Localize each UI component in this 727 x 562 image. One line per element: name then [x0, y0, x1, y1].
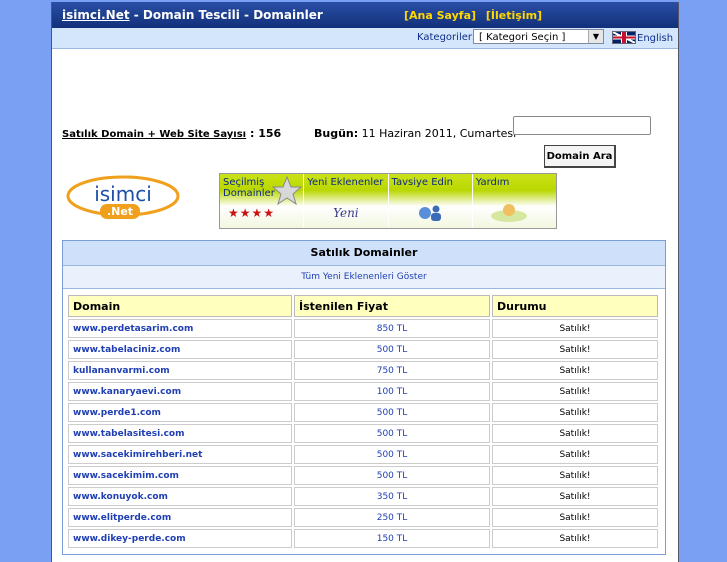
logo-text-top: isimci — [94, 182, 152, 206]
menu-new-label: Yeni Eklenenler — [307, 177, 384, 188]
domain-link[interactable]: www.kanaryaevi.com — [68, 382, 292, 401]
price-cell: 500 TL — [294, 466, 490, 485]
domain-link[interactable]: www.tabelasitesi.com — [68, 424, 292, 443]
price-cell: 500 TL — [294, 340, 490, 359]
today-date: Bugün: 11 Haziran 2011, Cumartesi — [314, 127, 516, 140]
price-cell: 500 TL — [294, 424, 490, 443]
top-bar: isimci.Net - Domain Tescili - Domainler … — [52, 2, 678, 28]
price-cell: 350 TL — [294, 487, 490, 506]
show-all-link[interactable]: Tüm Yeni Eklenenleri Göster — [63, 266, 665, 289]
table-row: www.kanaryaevi.com 100 TL Satılık! — [68, 382, 658, 401]
info-area: Satılık Domain + Web Site Sayısı : 156 B… — [52, 49, 678, 169]
english-link[interactable]: English — [637, 33, 673, 44]
page: isimci.Net - Domain Tescili - Domainler … — [51, 2, 679, 562]
table-row: www.tabelasitesi.com 500 TL Satılık! — [68, 424, 658, 443]
domain-link[interactable]: kullananvarmi.com — [68, 361, 292, 380]
table-row: www.konuyok.com 350 TL Satılık! — [68, 487, 658, 506]
table-row: kullananvarmi.com 750 TL Satılık! — [68, 361, 658, 380]
domain-search-input[interactable] — [513, 116, 651, 135]
status-cell: Satılık! — [492, 382, 658, 401]
domain-count-value: : 156 — [249, 127, 282, 140]
date-label: Bugün: — [314, 127, 359, 140]
table-row: www.sacekimirehberi.net 500 TL Satılık! — [68, 445, 658, 464]
top-links: [Ana Sayfa] [İletişim] — [404, 9, 548, 22]
recommend-icon — [418, 205, 441, 221]
menu-new-sub: Yeni — [333, 206, 359, 220]
status-cell: Satılık! — [492, 403, 658, 422]
home-link[interactable]: [Ana Sayfa] — [404, 9, 476, 22]
menu-banner: Seçilmiş Domainler ★★★★ Yeni Eklenenler … — [219, 173, 557, 229]
domain-count: Satılık Domain + Web Site Sayısı : 156 — [62, 127, 281, 140]
chevron-down-icon: ▼ — [588, 30, 603, 43]
domain-count-label[interactable]: Satılık Domain + Web Site Sayısı — [62, 129, 246, 140]
table-row: www.perdetasarim.com 850 TL Satılık! — [68, 319, 658, 338]
price-cell: 750 TL — [294, 361, 490, 380]
domain-link[interactable]: www.perde1.com — [68, 403, 292, 422]
price-cell: 850 TL — [294, 319, 490, 338]
menu-help-label: Yardım — [475, 177, 510, 188]
site-link[interactable]: isimci.Net — [62, 8, 130, 22]
col-status: Durumu — [492, 295, 658, 317]
stars-icon: ★★★★ — [228, 206, 276, 220]
status-cell: Satılık! — [492, 529, 658, 548]
domains-section: Satılık Domainler Tüm Yeni Eklenenleri G… — [62, 240, 666, 555]
domain-link[interactable]: www.dikey-perde.com — [68, 529, 292, 548]
category-bar: Kategoriler: [ Kategori Seçin ] ▼ Englis… — [52, 28, 678, 49]
page-title: isimci.Net - Domain Tescili - Domainler — [62, 8, 323, 22]
status-cell: Satılık! — [492, 424, 658, 443]
menu-recommend[interactable]: Tavsiye Edin — [388, 174, 473, 228]
menu-recommend-label: Tavsiye Edin — [391, 177, 454, 188]
domain-link[interactable]: www.tabelaciniz.com — [68, 340, 292, 359]
table-row: www.tabelaciniz.com 500 TL Satılık! — [68, 340, 658, 359]
price-cell: 500 TL — [294, 403, 490, 422]
date-value: 11 Haziran 2011, Cumartesi — [358, 127, 517, 140]
status-cell: Satılık! — [492, 487, 658, 506]
domain-search-button[interactable]: Domain Ara — [544, 145, 616, 168]
table-row: www.elitperde.com 250 TL Satılık! — [68, 508, 658, 527]
domain-link[interactable]: www.sacekimirehberi.net — [68, 445, 292, 464]
section-title: Satılık Domainler — [63, 241, 665, 266]
contact-link[interactable]: [İletişim] — [486, 9, 542, 22]
table-header-row: Domain İstenilen Fiyat Durumu — [68, 295, 658, 317]
isimci-logo[interactable]: isimci .Net — [66, 174, 184, 222]
domain-link[interactable]: www.sacekimim.com — [68, 466, 292, 485]
star-icon — [272, 176, 302, 206]
menu-new[interactable]: Yeni Eklenenler Yeni — [304, 174, 389, 228]
category-select[interactable]: [ Kategori Seçin ] ▼ — [473, 29, 604, 44]
status-cell: Satılık! — [492, 340, 658, 359]
status-cell: Satılık! — [492, 466, 658, 485]
menu-featured[interactable]: Seçilmiş Domainler ★★★★ — [220, 174, 305, 228]
col-domain: Domain — [68, 295, 292, 317]
domain-link[interactable]: www.elitperde.com — [68, 508, 292, 527]
domain-link[interactable]: www.konuyok.com — [68, 487, 292, 506]
help-icon — [490, 204, 527, 222]
domain-link[interactable]: www.perdetasarim.com — [68, 319, 292, 338]
status-cell: Satılık! — [492, 445, 658, 464]
col-price: İstenilen Fiyat — [294, 295, 490, 317]
logo-text-bottom: .Net — [107, 205, 133, 218]
price-cell: 500 TL — [294, 445, 490, 464]
status-cell: Satılık! — [492, 508, 658, 527]
category-label: Kategoriler: — [417, 32, 476, 43]
domains-table: Domain İstenilen Fiyat Durumu www.perdet… — [66, 293, 660, 550]
category-select-value: [ Kategori Seçin ] — [479, 32, 566, 43]
price-cell: 250 TL — [294, 508, 490, 527]
table-row: www.perde1.com 500 TL Satılık! — [68, 403, 658, 422]
menu-help[interactable]: Yardım — [472, 174, 556, 228]
uk-flag-icon[interactable] — [612, 31, 636, 44]
status-cell: Satılık! — [492, 361, 658, 380]
table-row: www.sacekimim.com 500 TL Satılık! — [68, 466, 658, 485]
price-cell: 150 TL — [294, 529, 490, 548]
table-row: www.dikey-perde.com 150 TL Satılık! — [68, 529, 658, 548]
status-cell: Satılık! — [492, 319, 658, 338]
price-cell: 100 TL — [294, 382, 490, 401]
title-text: - Domain Tescili - Domainler — [129, 8, 323, 22]
